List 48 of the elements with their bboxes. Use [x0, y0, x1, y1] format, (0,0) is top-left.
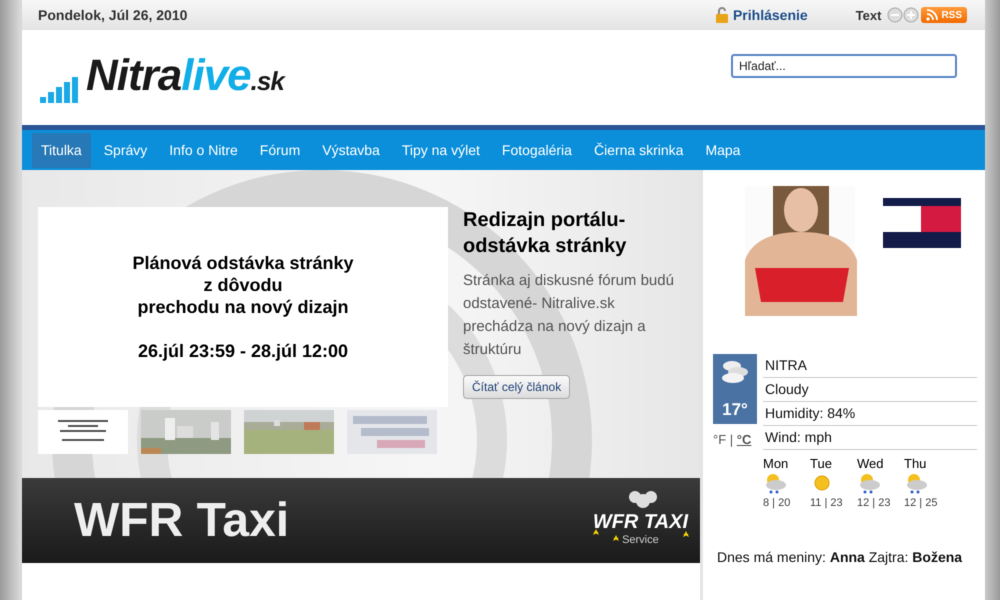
- forecast-temps: 12 | 23: [857, 497, 890, 509]
- sun-rain-cloud-icon: [763, 471, 787, 495]
- cloud-icon: [720, 358, 750, 384]
- nav-tab[interactable]: Tipy na výlet: [392, 132, 489, 168]
- forecast-day: Tue: [810, 456, 832, 471]
- sun-rain-cloud-icon: [904, 471, 928, 495]
- slide-text: Plánová odstávka stránky z dôvodu prechodu na nový dizajn: [132, 252, 354, 318]
- lock-icon: [714, 7, 729, 23]
- login-link[interactable]: Prihlásenie: [732, 7, 808, 23]
- nav-tab[interactable]: Fotogaléria: [492, 132, 581, 168]
- forecast-temps: 11 | 23: [810, 497, 843, 509]
- banner-title: WFR Taxi: [74, 493, 290, 548]
- date-text: Pondelok, Júl 26, 2010: [38, 7, 188, 23]
- forecast-temps: 8 | 20: [763, 497, 790, 509]
- city-name: NITRA: [763, 354, 977, 378]
- rss-button[interactable]: RSS: [921, 7, 967, 23]
- nav-tab[interactable]: Titulka: [32, 132, 91, 168]
- article-summary: Stránka aj diskusné fórum budú odstavené- Nitralive.sk prechádza na nový dizajn a štruktúru: [463, 271, 675, 360]
- slide-dates: 26.júl 23:59 - 28.júl 12:00: [138, 340, 348, 362]
- unit-toggle[interactable]: °C: [736, 432, 752, 447]
- humidity-text: Humidity: 84%: [763, 402, 977, 426]
- nav-tab[interactable]: Správy: [94, 132, 156, 168]
- temperature: 17°: [722, 400, 748, 420]
- wind-text: Wind: mph: [763, 426, 977, 450]
- read-more-button[interactable]: Čítať celý článok: [463, 375, 570, 399]
- forecast-day: Thu: [904, 456, 926, 471]
- text-size-label: Text: [856, 8, 882, 22]
- search-field[interactable]: Hľadať...: [731, 54, 957, 78]
- forecast-day: Mon: [763, 456, 788, 471]
- minus-icon[interactable]: [887, 7, 904, 23]
- weather-condition: Cloudy: [763, 378, 977, 402]
- namedays-text: Dnes má meniny: Anna Zajtra: Božena: [716, 549, 964, 565]
- banner-logo-subtitle: Service: [622, 532, 659, 548]
- sun-rain-cloud-icon: [857, 471, 881, 495]
- nav-tab[interactable]: Info o Nitre: [160, 132, 247, 168]
- unit-separator: |: [728, 432, 734, 447]
- forecast-day: Wed: [857, 456, 884, 471]
- site-logo: Nitralive.sk: [86, 54, 284, 102]
- rss-icon: [926, 9, 938, 21]
- nav-tab[interactable]: Výstavba: [313, 132, 389, 168]
- nav-tab[interactable]: Čierna skrinka: [584, 132, 692, 168]
- plus-icon[interactable]: [903, 7, 920, 23]
- nav-tab[interactable]: Mapa: [696, 132, 750, 168]
- banner-logo: WFR TAXI: [592, 512, 688, 530]
- nav-tab[interactable]: Fórum: [250, 132, 310, 168]
- article-title: Redizajn portálu- odstávka stránky: [463, 208, 628, 259]
- forecast-temps: 12 | 25: [904, 497, 938, 509]
- unit-toggle[interactable]: °F: [713, 432, 726, 447]
